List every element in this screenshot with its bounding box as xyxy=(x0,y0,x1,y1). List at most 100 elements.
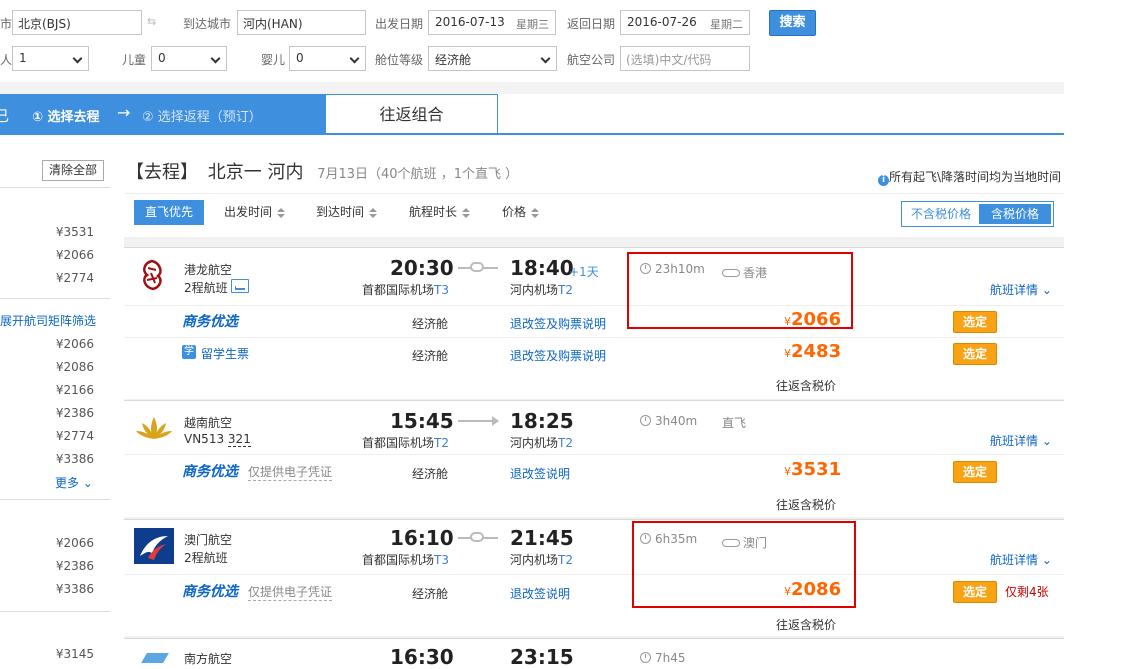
chevron-down-icon xyxy=(210,53,221,64)
return-date-label: 返回日期 xyxy=(567,17,616,31)
to-city-input[interactable]: 河内(HAN) xyxy=(237,10,366,35)
filter-price[interactable]: ¥2386 xyxy=(56,406,94,420)
chevron-down-icon: ⌄ xyxy=(1041,283,1052,297)
filter-price[interactable]: ¥3386 xyxy=(56,452,94,466)
sort-price-label: 价格 xyxy=(502,205,527,219)
chevron-down-icon: ⌄ xyxy=(1041,434,1052,448)
chevron-down-icon xyxy=(72,53,83,64)
arrive-terminal: T2 xyxy=(558,553,573,567)
return-date-input[interactable]: 2016-07-26 星期二 xyxy=(620,10,750,35)
filter-price[interactable]: ¥2066 xyxy=(56,248,94,262)
flight-card: 越南航空 VN513 321 15:45 首都国际机场T2 18:25 河内机场… xyxy=(124,400,1064,517)
swap-icon[interactable]: ⇆ xyxy=(147,15,156,28)
fare-price: ¥2483 xyxy=(784,341,841,362)
sort-depart-time[interactable]: 出发时间 xyxy=(224,200,286,225)
excl-tax-option[interactable]: 不含税价格 xyxy=(905,204,977,224)
child-label: 儿童 xyxy=(122,53,147,67)
sort-arrive-time[interactable]: 到达时间 xyxy=(316,200,378,225)
cabin-class-select[interactable]: 经济舱 xyxy=(428,46,557,71)
tax-note: 往返含税价 xyxy=(776,379,837,393)
filter-price[interactable]: ¥2774 xyxy=(56,271,94,285)
fare-rules-link[interactable]: 退改签说明 xyxy=(510,465,570,482)
fare-rules-link[interactable]: 退改签及购票说明 xyxy=(510,347,606,364)
flight-info: 2程航班 xyxy=(184,551,228,565)
arrive-airport-name: 河内机场 xyxy=(510,553,559,567)
fare-cabin: 经济舱 xyxy=(412,317,449,331)
sort-direct-first[interactable]: 直飞优先 xyxy=(134,200,204,225)
adult-select[interactable]: 1 xyxy=(12,46,89,71)
flight-card: 澳门航空 2程航班 16:10 首都国际机场T3 21:45 河内机场T2 6h… xyxy=(124,519,1064,636)
flight-details-label: 航班详情 xyxy=(990,283,1039,297)
filter-price[interactable]: ¥2166 xyxy=(56,383,94,397)
flight-number: VN513 321 xyxy=(184,432,251,447)
infant-select[interactable]: 0 xyxy=(289,46,366,71)
filter-price[interactable]: ¥2086 xyxy=(56,360,94,374)
filter-sidebar: 清除全部 ¥3531 ¥2066 ¥2774 展开航司矩阵筛选 ¥2066 ¥2… xyxy=(0,135,110,661)
flight-info: 2程航班 xyxy=(184,281,228,295)
flight-card: 南方航空 16:30 23:15 7h45 xyxy=(124,638,1064,669)
filter-price[interactable]: ¥2066 xyxy=(56,337,94,351)
depart-weekday: 星期三 xyxy=(516,18,549,31)
child-select[interactable]: 0 xyxy=(151,46,227,71)
flight-details-link[interactable]: 航班详情 ⌄ xyxy=(990,281,1052,298)
filter-price[interactable]: ¥2386 xyxy=(56,559,94,573)
duration: 3h40m xyxy=(640,414,697,428)
clear-all-button[interactable]: 清除全部 xyxy=(42,160,104,181)
infant-label: 婴儿 xyxy=(261,53,286,67)
fare-cabin: 经济舱 xyxy=(412,467,449,481)
select-fare-button[interactable]: 选定 xyxy=(953,311,997,333)
filter-price[interactable]: ¥3386 xyxy=(56,582,94,596)
aircraft-type[interactable]: 321 xyxy=(227,432,251,447)
incl-tax-option[interactable]: 含税价格 xyxy=(979,204,1051,224)
select-fare-button[interactable]: 选定 xyxy=(953,461,997,483)
sort-duration[interactable]: 航程时长 xyxy=(409,200,471,225)
currency-symbol: ¥ xyxy=(784,465,791,478)
flight-number-value: VN513 xyxy=(184,432,225,446)
fare-brand: 留学生票 xyxy=(201,347,250,361)
arrow-right-icon xyxy=(492,416,499,426)
fare-note: 仅提供电子凭证 xyxy=(248,585,333,601)
fare-cabin: 经济舱 xyxy=(412,349,449,363)
more-link[interactable]: 更多 ⌄ xyxy=(55,474,93,491)
select-fare-button[interactable]: 选定 xyxy=(953,343,997,365)
depart-airport-name: 首都国际机场 xyxy=(362,436,435,450)
fare-rules-link[interactable]: 退改签及购票说明 xyxy=(510,315,606,332)
flight-details-link[interactable]: 航班详情 ⌄ xyxy=(990,551,1052,568)
filter-price[interactable]: ¥3145 xyxy=(56,647,94,661)
tax-note: 往返含税价 xyxy=(776,618,837,632)
arrive-time: 18:40 xyxy=(510,256,574,280)
adult-label: 人 xyxy=(0,53,13,67)
tab-round-trip-combo[interactable]: 往返组合 xyxy=(325,94,498,134)
more-label: 更多 xyxy=(55,476,80,490)
airline-input[interactable]: (选填)中文/代码 xyxy=(620,46,750,71)
sort-icon xyxy=(462,207,471,218)
depart-airport: 首都国际机场T2 xyxy=(362,434,449,451)
results-title: 【去程】 北京一 河内 7月13日（40个航班 ，1个直飞 ） xyxy=(126,158,518,184)
adult-value: 1 xyxy=(19,51,27,65)
filter-price[interactable]: ¥2066 xyxy=(56,536,94,550)
child-value: 0 xyxy=(158,51,166,65)
sort-price[interactable]: 价格 xyxy=(502,200,540,225)
filter-price[interactable]: ¥2774 xyxy=(56,429,94,443)
filter-price[interactable]: ¥3531 xyxy=(56,225,94,239)
depart-terminal: T2 xyxy=(434,436,449,450)
airline-matrix-link[interactable]: 展开航司矩阵筛选 xyxy=(0,312,96,329)
flight-details-link[interactable]: 航班详情 ⌄ xyxy=(990,432,1052,449)
step-2-label: ② 选择返程（预订） xyxy=(142,110,262,125)
from-city-input[interactable]: 北京(BJS) xyxy=(12,10,142,35)
sort-icon xyxy=(531,207,540,218)
fare-cabin: 经济舱 xyxy=(412,587,449,601)
arrive-airport: 河内机场T2 xyxy=(510,551,573,568)
duration-value: 3h40m xyxy=(655,414,698,428)
local-time-notice: i 所有起飞\降落时间均为当地时间 xyxy=(878,168,1061,186)
chevron-down-icon: ⌄ xyxy=(1041,553,1052,567)
direct-label: 直飞 xyxy=(722,416,747,430)
flight-details-label: 航班详情 xyxy=(990,553,1039,567)
depart-date-input[interactable]: 2016-07-13 星期三 xyxy=(428,10,556,35)
search-button[interactable]: 搜索 xyxy=(769,10,816,36)
results-summary: 7月13日（40个航班 ，1个直飞 ） xyxy=(317,167,519,182)
fare-rules-link[interactable]: 退改签说明 xyxy=(510,585,570,602)
currency-symbol: ¥ xyxy=(784,347,791,360)
select-fare-button[interactable]: 选定 xyxy=(953,581,997,603)
return-weekday: 星期二 xyxy=(710,18,743,31)
